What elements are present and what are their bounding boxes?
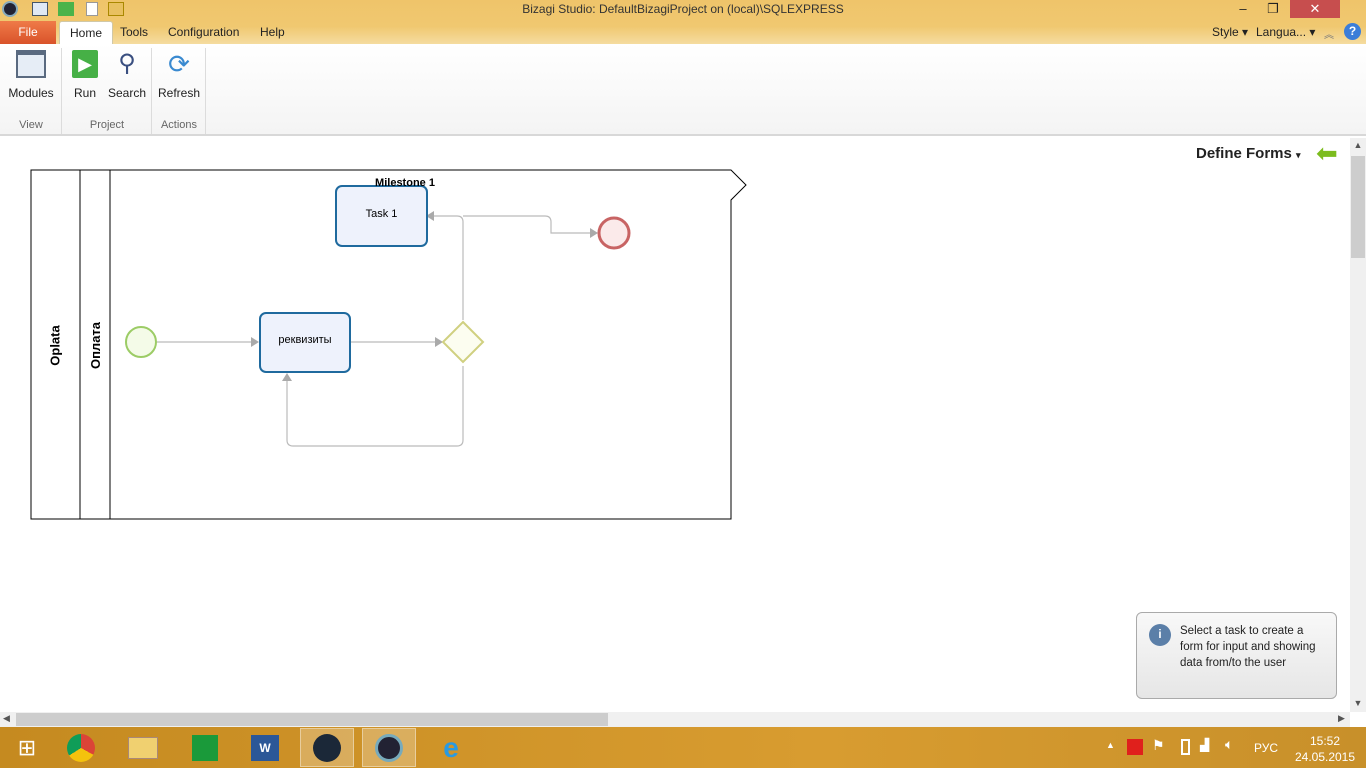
modules-icon — [16, 50, 46, 78]
help-icon[interactable]: ? — [1344, 23, 1361, 40]
task-rekvizity-label: реквизиты — [278, 334, 332, 346]
vertical-scrollbar[interactable]: ▲ ▼ — [1350, 138, 1366, 712]
clock-time: 15:52 — [1309, 734, 1341, 748]
divider — [205, 48, 206, 134]
refresh-icon: ⟳ — [168, 49, 190, 79]
tab-configuration[interactable]: Configuration — [158, 21, 249, 44]
search-button[interactable]: ⚲ Search — [106, 50, 148, 100]
task-1-label: Task 1 — [365, 208, 398, 220]
lane-label: Оплата — [88, 321, 103, 369]
horizontal-scrollbar[interactable]: ◀ ▶ — [0, 712, 1350, 727]
style-label: Style — [1212, 25, 1239, 39]
battery-icon[interactable] — [1181, 739, 1190, 755]
word-icon: W — [251, 734, 279, 761]
maximize-button[interactable]: ❐ — [1258, 0, 1288, 18]
taskbar-word[interactable]: W — [238, 728, 292, 767]
end-event[interactable] — [597, 216, 631, 250]
taskbar-steam[interactable] — [300, 728, 354, 767]
clock[interactable]: 15:52 24.05.2015 — [1290, 733, 1360, 765]
taskbar: ⊞ W e ▲ ⚑ ▟ 🔈︎ РУС 15:52 24.05.2015 — [0, 727, 1366, 768]
flag-icon[interactable]: ⚑ — [1152, 737, 1165, 754]
run-icon: ▶ — [72, 50, 98, 78]
tab-home[interactable]: Home — [59, 21, 114, 44]
taskbar-chrome[interactable] — [54, 728, 108, 767]
ie-icon: e — [443, 731, 459, 763]
start-event[interactable] — [125, 326, 157, 358]
info-text: Select a task to create a form for input… — [1180, 625, 1316, 669]
chrome-icon — [67, 733, 95, 762]
taskbar-ie[interactable]: e — [424, 728, 478, 767]
run-label: Run — [73, 86, 96, 100]
group-actions: Actions — [160, 119, 198, 131]
search-label: Search — [107, 86, 147, 100]
taskbar-bizagi[interactable] — [362, 728, 416, 767]
pool-label: Oplata — [47, 324, 63, 366]
back-arrow-icon[interactable]: ⬅ — [1316, 140, 1338, 166]
language-dropdown[interactable]: Langua... ▾ — [1246, 21, 1325, 44]
steam-icon — [313, 733, 341, 762]
tab-tools[interactable]: Tools — [110, 21, 158, 44]
title-bar: Bizagi Studio: DefaultBizagiProject on (… — [0, 0, 1366, 44]
show-hidden-icons[interactable]: ▲ — [1106, 740, 1115, 750]
bizagi-icon — [375, 733, 403, 762]
group-project: Project — [89, 119, 125, 131]
binoculars-icon: ⚲ — [118, 50, 136, 77]
tab-help[interactable]: Help — [250, 21, 295, 44]
minimize-button[interactable]: – — [1228, 0, 1258, 18]
modules-button[interactable]: Modules — [6, 50, 56, 100]
avira-icon[interactable] — [1127, 739, 1143, 755]
horizontal-scroll-thumb[interactable] — [16, 713, 608, 726]
info-tooltip: i Select a task to create a form for inp… — [1136, 612, 1337, 699]
windows-icon: ⊞ — [17, 734, 37, 760]
milestone-label: Milestone 1 — [375, 177, 435, 189]
group-view: View — [19, 119, 43, 131]
info-icon: i — [1149, 624, 1171, 646]
vertical-scroll-thumb[interactable] — [1351, 156, 1365, 258]
define-forms-label: Define Forms — [1196, 145, 1292, 162]
network-icon[interactable]: ▟ — [1200, 738, 1209, 752]
clock-date: 24.05.2015 — [1294, 750, 1356, 764]
collapse-ribbon-icon[interactable]: ︽ — [1324, 26, 1334, 41]
refresh-label: Refresh — [157, 86, 201, 100]
start-button[interactable]: ⊞ — [0, 728, 54, 767]
close-button[interactable]: ✕ — [1290, 0, 1340, 18]
store-icon — [192, 734, 218, 761]
language-label: Langua... — [1256, 25, 1307, 39]
modules-label: Modules — [8, 86, 54, 100]
tab-file[interactable]: File — [0, 21, 56, 44]
window-title: Bizagi Studio: DefaultBizagiProject on (… — [522, 2, 844, 16]
language-indicator[interactable]: РУС — [1254, 741, 1278, 755]
taskbar-store[interactable] — [178, 728, 232, 767]
volume-icon[interactable]: 🔈︎ — [1225, 736, 1233, 753]
run-button[interactable]: ▶ Run — [68, 50, 102, 100]
folder-icon — [128, 736, 158, 759]
define-forms-dropdown[interactable]: Define Forms ▾ — [1196, 145, 1301, 162]
refresh-button[interactable]: ⟳ Refresh — [156, 50, 202, 100]
taskbar-explorer[interactable] — [116, 728, 170, 767]
